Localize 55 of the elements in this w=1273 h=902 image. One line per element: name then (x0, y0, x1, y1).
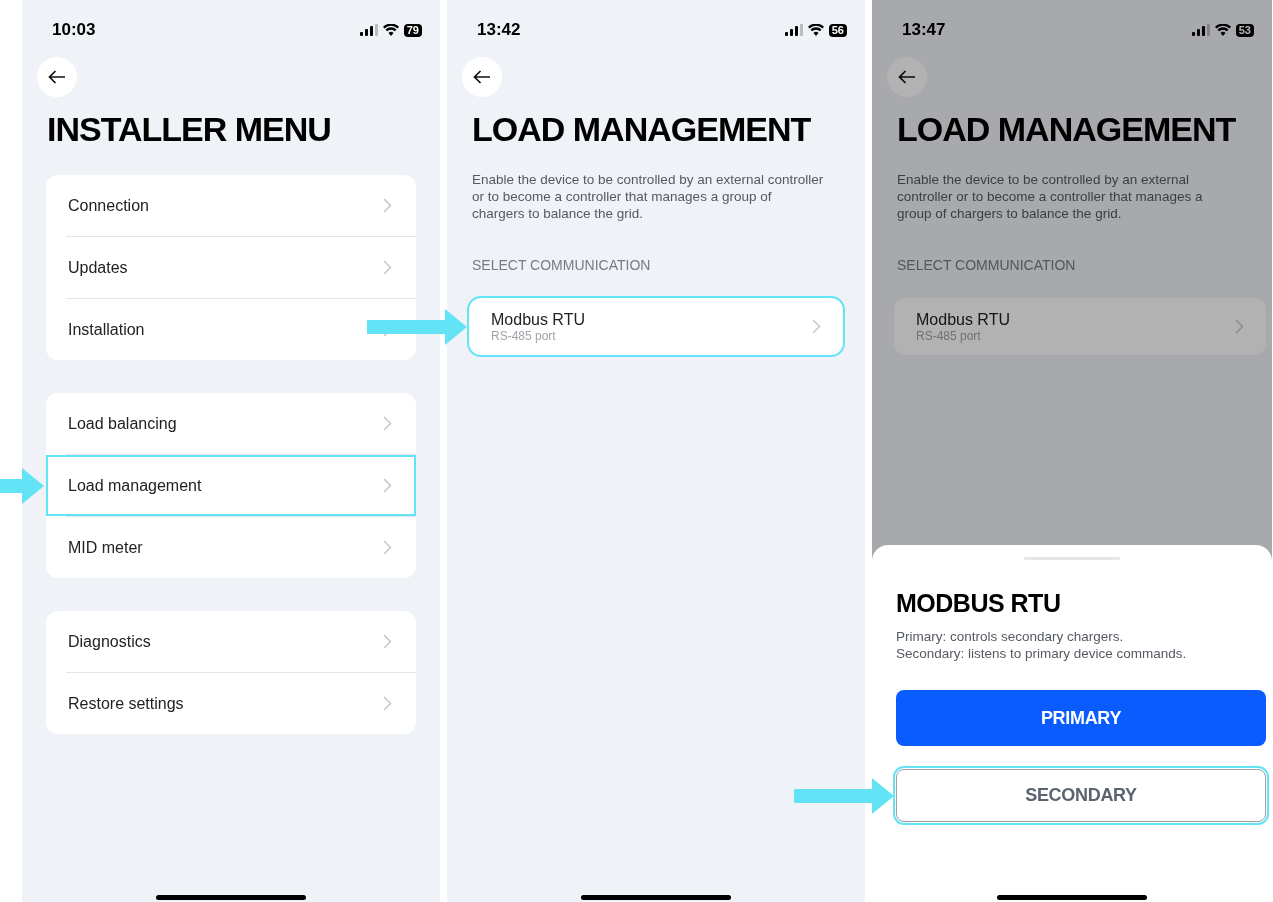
battery-level-text: 53 (1235, 23, 1254, 37)
signal-icon (1191, 24, 1210, 36)
option-card[interactable]: Modbus RTU RS-485 port (469, 298, 843, 355)
back-arrow-icon (48, 70, 66, 84)
status-time: 13:47 (902, 19, 946, 42)
battery-level-text: 79 (403, 23, 422, 37)
wifi-icon (1214, 24, 1231, 36)
signal-icon (359, 24, 378, 36)
menu-item[interactable]: Load balancing (46, 393, 416, 454)
page-title: LOAD MANAGEMENT (897, 109, 1237, 149)
back-button[interactable] (37, 57, 77, 97)
chevron-right-icon (383, 260, 392, 275)
back-button[interactable] (462, 57, 502, 97)
page-title: LOAD MANAGEMENT (472, 109, 812, 149)
option-subtitle: RS-485 port (491, 328, 557, 344)
annotation-arrow-icon (367, 308, 467, 345)
chevron-right-icon (383, 540, 392, 555)
battery-level-text: 56 (828, 23, 847, 37)
menu-item[interactable]: Diagnostics (46, 611, 416, 672)
primary-button[interactable]: PRIMARY (896, 690, 1266, 746)
section-label: SELECT COMMUNICATION (472, 256, 652, 275)
menu-item[interactable]: Connection (46, 175, 416, 236)
page-description: Enable the device to be controlled by an external controller or to become a controller that manages a group of chargers to balance the grid. (472, 171, 825, 222)
chevron-right-icon (1235, 319, 1244, 334)
page-title: INSTALLER MENU (47, 109, 332, 149)
annotation-arrow-icon (794, 777, 894, 814)
option-title: Modbus RTU (491, 309, 585, 329)
menu-item[interactable]: Restore settings (46, 673, 416, 734)
menu-item[interactable]: MID meter (46, 517, 416, 578)
chevron-right-icon (383, 198, 392, 213)
wifi-icon (807, 24, 824, 36)
option-title: Modbus RTU (916, 309, 1010, 329)
chevron-right-icon (383, 416, 392, 431)
section-label: SELECT COMMUNICATION (897, 256, 1077, 275)
status-time: 10:03 (52, 19, 96, 42)
chevron-right-icon (383, 478, 392, 493)
back-arrow-icon (473, 70, 491, 84)
back-arrow-icon (898, 70, 916, 84)
chevron-right-icon (812, 319, 821, 334)
sheet-title: MODBUS RTU (896, 588, 1062, 618)
sheet-description: Primary: controls secondary chargers. (896, 628, 1125, 645)
annotation-arrow-icon (0, 467, 44, 504)
chevron-right-icon (383, 696, 392, 711)
chevron-right-icon (383, 634, 392, 649)
option-card[interactable]: Modbus RTU RS-485 port (894, 298, 1266, 355)
wifi-icon (382, 24, 399, 36)
signal-icon (784, 24, 803, 36)
menu-item[interactable]: Load management (46, 455, 416, 516)
menu-item[interactable]: Updates (46, 237, 416, 298)
back-button[interactable] (887, 57, 927, 97)
sheet-description: Secondary: listens to primary device commands. (896, 645, 1188, 662)
page-description: Enable the device to be controlled by an external controller or to become a controller that manages a group of chargers to balance the grid. (897, 171, 1204, 222)
option-subtitle: RS-485 port (916, 328, 982, 344)
status-time: 13:42 (477, 19, 521, 42)
secondary-button[interactable]: SECONDARY (896, 769, 1266, 822)
